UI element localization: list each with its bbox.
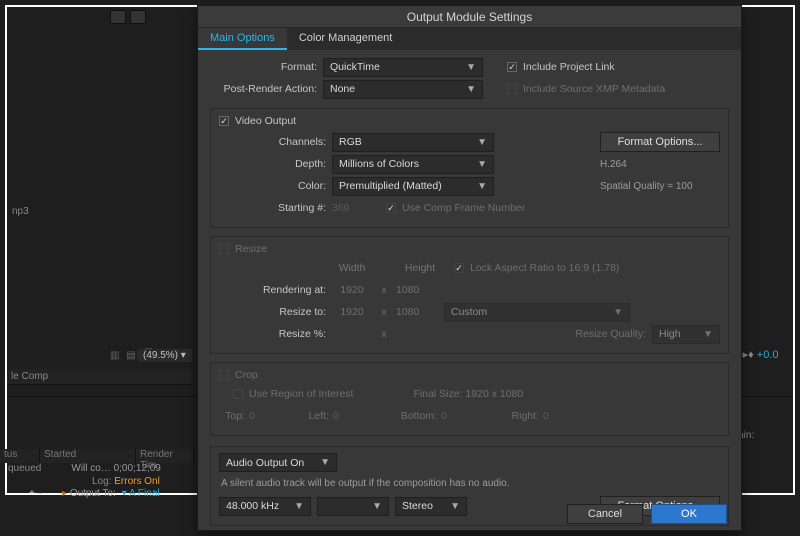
cancel-button[interactable]: Cancel (567, 504, 643, 524)
width-header: Width (332, 262, 372, 274)
output-to-row[interactable]: ▸ Output To:▾ A Final (62, 488, 160, 499)
resize-width: 1920 (332, 306, 372, 318)
depth-label: Depth: (219, 158, 332, 170)
format-dropdown[interactable]: QuickTime▼ (323, 58, 483, 77)
resize-quality-dropdown: High▼ (652, 325, 720, 344)
include-xmp-checkbox[interactable]: Include Source XMP Metadata (507, 83, 665, 95)
resize-checkbox[interactable]: Resize (219, 243, 267, 255)
crop-right-label: Right: (481, 410, 539, 422)
resize-height: 1080 (396, 306, 444, 318)
tab-main-options[interactable]: Main Options (198, 28, 287, 50)
chevron-down-icon: ▼ (466, 62, 476, 73)
crop-right-value: 0 (543, 410, 583, 422)
crop-checkbox[interactable]: Crop (219, 369, 258, 381)
video-output-section: ✓Video Output Channels: RGB▼ Format Opti… (210, 108, 729, 228)
ok-button[interactable]: OK (651, 504, 727, 524)
depth-dropdown[interactable]: Millions of Colors▼ (332, 155, 494, 174)
zoom-level[interactable]: (49.5%) ▾ (137, 349, 192, 362)
dialog-tabs: Main Options Color Management (198, 28, 741, 50)
crop-top-label: Top: (219, 410, 245, 422)
starting-number-field: 369 (332, 202, 372, 214)
post-render-label: Post-Render Action: (210, 83, 323, 95)
final-size-label: Final Size: 1920 x 1080 (413, 388, 523, 400)
crop-bottom-value: 0 (441, 410, 481, 422)
resize-quality-label: Resize Quality: (444, 328, 652, 340)
resize-to-label: Resize to: (219, 306, 332, 318)
height-header: Height (396, 262, 444, 274)
channels-label: Channels: (219, 136, 332, 148)
audio-bit-dropdown[interactable]: ▼ (317, 497, 389, 516)
video-format-options-button[interactable]: Format Options... (600, 132, 720, 152)
color-label: Color: (219, 180, 332, 192)
color-dropdown[interactable]: Premultiplied (Matted)▼ (332, 177, 494, 196)
use-roi-checkbox: Use Region of Interest (233, 388, 353, 400)
include-project-link-checkbox[interactable]: ✓Include Project Link (507, 61, 615, 73)
starting-number-label: Starting #: (219, 202, 332, 214)
resize-preset-dropdown: Custom▼ (444, 303, 630, 322)
project-item-mp3: np3 (12, 206, 29, 217)
codec-name: H.264 (600, 159, 720, 170)
rendering-at-label: Rendering at: (219, 284, 332, 296)
codec-quality: Spatial Quality = 100 (600, 181, 720, 192)
audio-note: A silent audio track will be output if t… (221, 478, 720, 489)
add-remove-output[interactable]: + – (29, 488, 43, 499)
crop-bottom-label: Bottom: (373, 410, 437, 422)
audio-output-dropdown[interactable]: Audio Output On▼ (219, 453, 337, 472)
comp-tab[interactable]: le Comp (7, 369, 192, 385)
chevron-down-icon: ▼ (466, 84, 476, 95)
video-output-checkbox[interactable]: ✓Video Output (219, 115, 296, 127)
render-width: 1920 (332, 284, 372, 296)
channels-dropdown[interactable]: RGB▼ (332, 133, 494, 152)
crop-left-label: Left: (289, 410, 329, 422)
log-row[interactable]: Log: Errors Onl (92, 476, 160, 487)
lock-aspect-checkbox: ✓Lock Aspect Ratio to 16:9 (1.78) (454, 262, 619, 274)
use-comp-frame-checkbox: ✓Use Comp Frame Number (386, 202, 525, 214)
audio-channels-dropdown[interactable]: Stereo▼ (395, 497, 467, 516)
crop-left-value: 0 (333, 410, 373, 422)
resize-section: Resize Width Height ✓Lock Aspect Ratio t… (210, 236, 729, 354)
crop-section: Crop Use Region of Interest Final Size: … (210, 362, 729, 436)
tab-color-management[interactable]: Color Management (287, 28, 405, 50)
render-height: 1080 (396, 284, 444, 296)
dialog-title: Output Module Settings (198, 6, 741, 28)
resize-pct-label: Resize %: (219, 328, 332, 340)
audio-rate-dropdown[interactable]: 48.000 kHz▼ (219, 497, 311, 516)
crop-top-value: 0 (249, 410, 289, 422)
render-queue-header: tus Started Render Tim (0, 449, 194, 463)
output-module-settings-dialog: Output Module Settings Main Options Colo… (197, 5, 742, 531)
format-label: Format: (210, 61, 323, 73)
post-render-dropdown[interactable]: None▼ (323, 80, 483, 99)
render-queue-row[interactable]: queuedWill co… 0;00;12;09 (8, 463, 161, 474)
